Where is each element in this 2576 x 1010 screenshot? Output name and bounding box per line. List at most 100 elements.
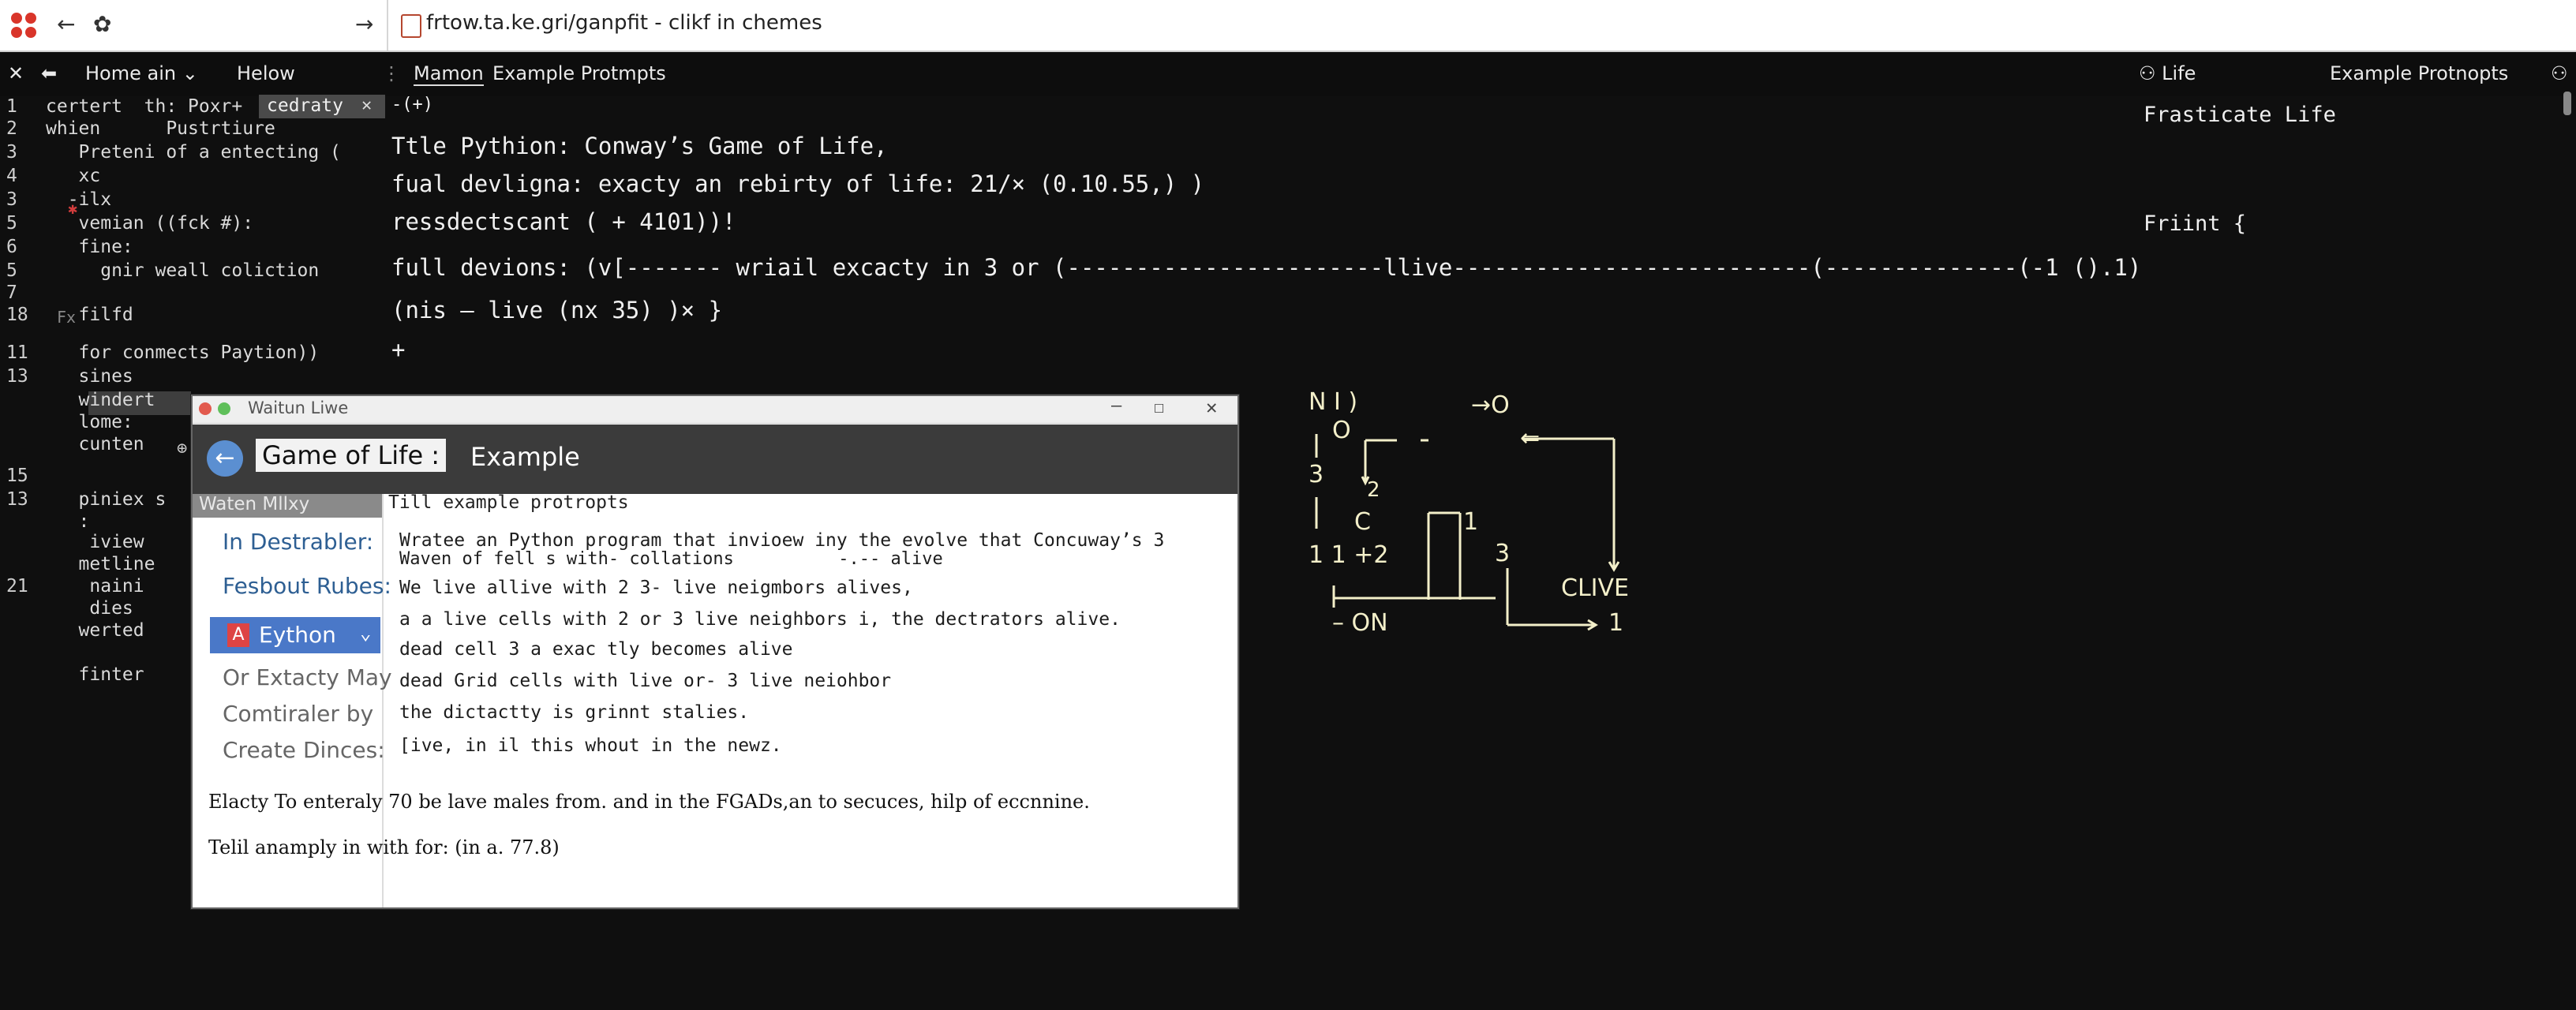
line-number: 4 — [6, 166, 17, 186]
open-file-tab[interactable]: cedraty ✕ — [259, 95, 385, 118]
line-number: 3 — [6, 189, 17, 210]
editor-line-2[interactable]: fual devligna: exacty an rebirty of life… — [391, 170, 1204, 197]
code-line[interactable]: filfd — [46, 305, 133, 325]
diagram-arrow-left-icon: ⇐ — [1520, 425, 1541, 452]
diagram-label-11-2: 1 1 +2 — [1309, 541, 1389, 569]
code-line[interactable]: werted — [46, 620, 144, 641]
window-close-icon[interactable]: ✕ — [1206, 396, 1217, 418]
code-line[interactable]: xc — [46, 166, 101, 186]
code-line[interactable]: Preteni of a entecting ( — [46, 142, 341, 163]
app-logo-icon — [11, 13, 36, 38]
tab-mamon[interactable]: Mamon — [414, 62, 484, 86]
code-line[interactable]: sines — [46, 366, 133, 387]
code-line[interactable]: vemian ((fck #): — [46, 213, 254, 234]
body-line-7: the dictactty is grinnt stalies. — [399, 702, 750, 723]
maximize-icon[interactable]: ☐ — [1154, 398, 1164, 417]
editor-tab-prefix: -(+) — [391, 95, 433, 114]
line-number: 6 — [6, 237, 17, 257]
dropdown-selected-value: Eython — [259, 622, 336, 648]
subtab-bar: Waten Mllxy — [193, 494, 382, 518]
subtab-waten[interactable]: Waten Mllxy — [199, 494, 309, 514]
back-button-icon[interactable]: ← — [207, 440, 243, 477]
label-comtraler: Comtiraler by — [223, 701, 374, 727]
window-titlebar[interactable]: Waitun Liwe — ☐ ✕ — [193, 396, 1237, 424]
menu-home[interactable]: Home ain ⌄ — [85, 62, 198, 84]
account-icon[interactable]: ⚇ — [2551, 62, 2568, 84]
python-dropdown[interactable]: A Eython ⌄ — [210, 617, 380, 653]
code-line[interactable]: : — [46, 511, 90, 532]
right-tab-life[interactable]: ⚇ Life — [2139, 62, 2196, 84]
right-panel-heading: Frasticate Life — [2144, 103, 2336, 127]
editor-menu-bar: ✕ ⬅ Home ain ⌄ Helow ⋮ Mamon Example Pro… — [0, 52, 2576, 96]
diagram-label-on: – ON — [1332, 609, 1388, 637]
close-tab-icon[interactable]: ✕ — [361, 95, 372, 115]
editor-line-6[interactable]: + — [391, 336, 405, 363]
code-line[interactable]: lome: — [46, 412, 133, 432]
label-create: Create Dinces: — [223, 737, 385, 763]
right-tab-example-prompts[interactable]: Example Protnopts — [2330, 62, 2508, 84]
code-line[interactable]: gnir weall coliction — [46, 260, 319, 281]
tab-example-prompts[interactable]: Example Protmpts — [492, 62, 666, 84]
menu-help[interactable]: Helow — [237, 62, 295, 84]
footer-line-2: Telil anamply in with for: (in a. 77.8) — [208, 836, 560, 858]
back-arrow-icon[interactable]: ← — [57, 11, 75, 37]
diagram-label-1: 1 — [1463, 508, 1479, 536]
label-destrabler: In Destrabler: — [223, 529, 374, 555]
game-of-life-window[interactable]: Waitun Liwe — ☐ ✕ ← Game of Life : Examp… — [191, 395, 1239, 909]
editor-line-3[interactable]: ressdectscant ( + 4101))! — [391, 208, 736, 235]
line-number: 21 — [6, 576, 28, 597]
diagram-label-3a: 3 — [1309, 461, 1324, 488]
diagram-label-2: 2 — [1367, 478, 1380, 502]
code-line[interactable]: dies — [46, 598, 133, 619]
address-bar[interactable]: frtow.ta.ke.gri/ganpfit - clikf in cheme… — [426, 11, 822, 35]
body-line-6: dead Grid cells with live or- 3 live nei… — [399, 671, 892, 691]
minimize-icon[interactable]: — — [1111, 396, 1121, 416]
line-number: 15 — [6, 466, 28, 486]
code-line[interactable]: cunten — [46, 434, 144, 454]
right-panel-code: Friint { — [2144, 211, 2247, 236]
code-line[interactable]: for conmects Paytion)) — [46, 342, 320, 363]
code-line[interactable]: piniex s — [46, 489, 167, 510]
code-line[interactable]: -ilx — [46, 189, 111, 210]
line-number: 3 — [6, 142, 17, 163]
close-icon[interactable]: ✕ — [8, 62, 24, 84]
window-zoom-dot-icon[interactable] — [218, 402, 230, 415]
header-game-of-life: Game of Life : — [256, 439, 447, 472]
line-number: 5 — [6, 260, 17, 281]
editor-line-5[interactable]: (nis – live (nx 35) )× } — [391, 297, 722, 324]
editor-line-4[interactable]: full devions: (v[------- wriail excacty … — [391, 254, 2141, 281]
link-icon: ⊕ — [177, 439, 188, 458]
diagram-label-arrow-o: →O — [1471, 391, 1510, 419]
code-line[interactable]: whien Pustrtiure — [46, 118, 275, 139]
code-line[interactable]: windert — [46, 390, 155, 410]
code-line[interactable]: fine: — [46, 237, 133, 257]
code-line[interactable]: iview — [46, 532, 144, 552]
code-line[interactable]: finter — [46, 664, 144, 685]
diagram-label-n: N I ) — [1309, 388, 1358, 416]
line-number: 5 — [6, 213, 17, 234]
label-exacty: Or Extacty May — [223, 664, 392, 690]
body-line-5: dead cell 3 a exac tly becomes alive — [399, 639, 793, 660]
line-number: 13 — [6, 489, 28, 510]
line-number: 11 — [6, 342, 28, 363]
extension-icon[interactable]: ✿ — [93, 11, 111, 37]
back-icon[interactable]: ⬅ — [41, 62, 57, 84]
line-number: 1 — [6, 96, 17, 117]
code-line[interactable]: metline — [46, 554, 155, 574]
browser-toolbar: ← ✿ → frtow.ta.ke.gri/ganpfit - clikf in… — [0, 0, 2576, 52]
subtab-right-label: Till example protropts — [388, 492, 629, 513]
forward-arrow-icon[interactable]: → — [355, 11, 373, 37]
editor-line-1[interactable]: Ttle Pythion: Conway’s Game of Life, — [391, 133, 888, 159]
footer-line-1: Elacty To enteraly 70 be lave males from… — [208, 791, 1090, 813]
chevron-down-icon: ⌄ — [360, 622, 372, 644]
window-close-dot-icon[interactable] — [199, 402, 212, 415]
line-number: 2 — [6, 118, 17, 139]
app-badge-icon: A — [227, 623, 249, 647]
window-title: Waitun Liwe — [248, 398, 349, 417]
code-line[interactable]: certert th: Poxr+ — [46, 96, 242, 117]
body-line-3: We live allive with 2 3- live neigmbors … — [399, 578, 913, 598]
line-number: 13 — [6, 366, 28, 387]
scrollbar-thumb[interactable] — [2563, 92, 2571, 115]
body-line-4: a a live cells with 2 or 3 live neighbor… — [399, 609, 1121, 630]
code-line[interactable]: naini — [46, 576, 144, 597]
